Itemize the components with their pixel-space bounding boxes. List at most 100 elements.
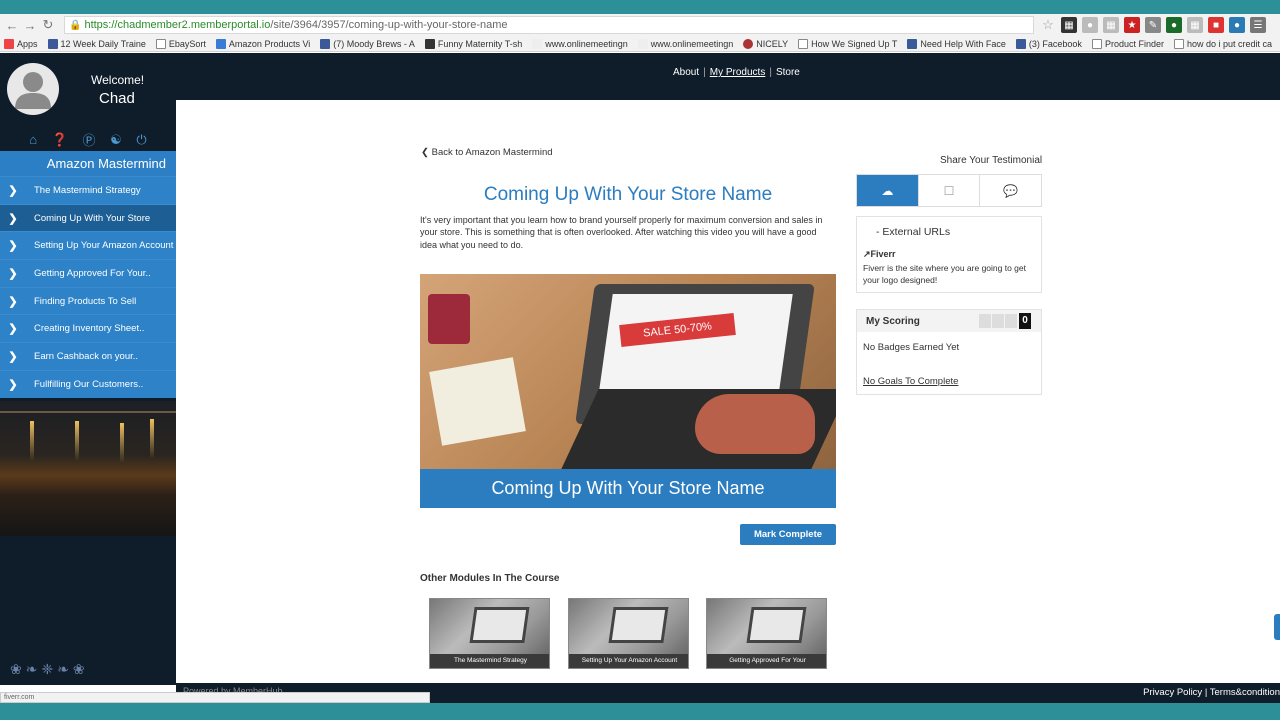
sidebar-item-amazon-account[interactable]: ❯ Setting Up Your Amazon Account: [0, 231, 176, 260]
score-progress: [979, 314, 1017, 328]
testimonial-tabs: ☁ ☐ 💬: [856, 174, 1042, 207]
window-frame-bottom: [0, 703, 1280, 720]
bookmark-item[interactable]: Funny Maternity T-sh: [424, 38, 522, 49]
module-thumbnail[interactable]: The Mastermind Strategy: [429, 598, 550, 669]
module-thumbnail[interactable]: Getting Approved For Your: [706, 598, 827, 669]
hero-caption: Coming Up With Your Store Name: [420, 469, 836, 508]
sidebar-item-getting-approved[interactable]: ❯ Getting Approved For Your..: [0, 259, 176, 287]
extension-icon[interactable]: ✎: [1145, 17, 1161, 33]
chevron-right-icon: ❯: [8, 323, 18, 336]
scoring-panel: My Scoring 0 No Badges Earned Yet No Goa…: [856, 309, 1042, 395]
goals-link[interactable]: No Goals To Complete: [863, 376, 958, 387]
bookmark-item[interactable]: NICELY: [743, 38, 788, 49]
bookmark-item[interactable]: Need Help With Face: [907, 38, 1006, 49]
facebook-icon: [320, 38, 331, 49]
extension-icon[interactable]: ●: [1229, 17, 1245, 33]
sidebar-item-mastermind-strategy[interactable]: ❯ The Mastermind Strategy: [0, 176, 176, 204]
nav-store-link[interactable]: Store: [776, 67, 800, 78]
privacy-policy-link[interactable]: Privacy Policy: [1143, 687, 1202, 698]
sidebar-item-earn-cashback[interactable]: ❯ Earn Cashback on your..: [0, 342, 176, 370]
bookmark-item[interactable]: Product Finder: [1091, 38, 1164, 49]
welcome-label: Welcome!: [91, 73, 145, 87]
back-arrow-icon[interactable]: ←: [3, 16, 21, 34]
extension-icon[interactable]: ●: [1082, 17, 1098, 33]
chevron-right-icon: ❯: [8, 184, 18, 197]
extension-icon[interactable]: ★: [1124, 17, 1140, 33]
community-icon[interactable]: ☯: [110, 132, 122, 148]
page-icon: [1091, 38, 1102, 49]
top-header: About | My Products | Store: [176, 53, 1280, 100]
bookmark-item[interactable]: EbaySort: [155, 38, 206, 49]
top-nav: About | My Products | Store: [673, 67, 800, 78]
url-path: /site/3964/3957/coming-up-with-your-stor…: [270, 19, 508, 31]
chevron-right-icon: ❯: [8, 240, 18, 253]
chevron-right-icon: ❯: [8, 295, 18, 308]
star-icon[interactable]: ☆: [1040, 17, 1056, 33]
intro-text: It's very important that you learn how t…: [420, 215, 823, 250]
avatar[interactable]: [7, 63, 59, 115]
extension-icon[interactable]: ●: [1166, 17, 1182, 33]
terms-link[interactable]: Terms&condition: [1210, 687, 1280, 698]
reload-icon[interactable]: ↻: [39, 16, 57, 34]
module-hero-image[interactable]: SALE 50-70%: [420, 274, 836, 469]
facebook-icon: [1015, 38, 1026, 49]
fiverr-description: Fiverr is the site where you are going t…: [863, 263, 1026, 285]
scoring-title: My Scoring: [866, 316, 920, 327]
tab-comments[interactable]: 💬: [980, 175, 1041, 206]
score-value: 0: [1019, 313, 1031, 329]
home-icon[interactable]: ⌂: [29, 132, 37, 147]
bookmark-item[interactable]: Apps: [4, 38, 38, 49]
bookmark-icon: [532, 38, 543, 49]
mark-complete-button[interactable]: Mark Complete: [740, 524, 836, 545]
bookmark-icon: [743, 38, 754, 49]
bookmark-icon: [424, 38, 435, 49]
sidebar-item-inventory-sheet[interactable]: ❯ Creating Inventory Sheet..: [0, 314, 176, 343]
bookmark-item[interactable]: how do i put credit ca: [1173, 38, 1272, 49]
sidebar-item-finding-products[interactable]: ❯ Finding Products To Sell: [0, 286, 176, 315]
help-icon[interactable]: ❓: [52, 132, 68, 148]
page-title: Coming Up With Your Store Name: [483, 184, 773, 205]
bookmark-icon: [637, 38, 648, 49]
extension-icon[interactable]: ■: [1208, 17, 1224, 33]
page-icon: [155, 38, 166, 49]
menu-icon[interactable]: ☰: [1250, 17, 1266, 33]
feedback-side-tab[interactable]: [1274, 614, 1280, 640]
external-urls-heading: - External URLs: [876, 226, 951, 238]
scoring-header: My Scoring 0: [857, 310, 1041, 332]
bookmark-item[interactable]: Amazon Products Vi: [215, 38, 310, 49]
nav-my-products-link[interactable]: My Products: [710, 67, 766, 78]
bookmark-item[interactable]: www.onlinemeetingn: [532, 38, 628, 49]
url-host: https://chadmember2.memberportal.io: [84, 19, 271, 31]
tab-notes[interactable]: ☐: [919, 175, 981, 206]
extension-icon[interactable]: ▦: [1187, 17, 1203, 33]
extension-icon[interactable]: ▦: [1103, 17, 1119, 33]
bookmark-item[interactable]: (3) Facebook: [1015, 38, 1082, 49]
sidebar: Welcome! Chad ⌂ ❓ Ⓟ ☯ ⏻ Amazon Mastermin…: [0, 53, 176, 685]
chevron-left-icon: ❮: [421, 147, 432, 158]
forward-arrow-icon[interactable]: →: [21, 16, 39, 34]
logout-icon[interactable]: ⏻: [136, 132, 146, 148]
products-icon[interactable]: Ⓟ: [83, 130, 96, 149]
bookmark-item[interactable]: 12 Week Daily Traine: [47, 38, 146, 49]
apps-icon: [4, 38, 14, 49]
browser-status-bar: fiverr.com: [0, 692, 430, 703]
bookmark-item[interactable]: (7) Moody Brews - A: [320, 38, 415, 49]
back-link[interactable]: ❮ Back to Amazon Mastermind: [421, 147, 553, 158]
address-bar[interactable]: 🔒 https://chadmember2.memberportal.io /s…: [64, 16, 1034, 34]
bookmark-item[interactable]: www.onlinemeetingn: [637, 38, 733, 49]
tab-upload[interactable]: ☁: [857, 175, 919, 206]
fiverr-link[interactable]: ↗Fiverr: [863, 249, 896, 260]
extension-icon[interactable]: ▦: [1061, 17, 1077, 33]
external-urls-panel: - External URLs ↗Fiverr Fiverr is the si…: [856, 216, 1042, 293]
nav-about-link[interactable]: About: [673, 67, 699, 78]
module-thumbnail[interactable]: Setting Up Your Amazon Account: [568, 598, 689, 669]
share-testimonial-title: Share Your Testimonial: [940, 155, 1043, 166]
bookmarks-bar: Apps 12 Week Daily Traine EbaySort Amazo…: [0, 36, 1280, 52]
user-name: Chad: [99, 90, 135, 107]
bookmark-item[interactable]: How We Signed Up T: [798, 38, 897, 49]
sidebar-item-coming-up-with-store[interactable]: ❯ Coming Up With Your Store: [0, 203, 176, 232]
bookmark-icon: [907, 38, 918, 49]
ornament-logo-icon: ❀❧❈❧❀: [10, 661, 89, 677]
sidebar-item-fulfilling-customers[interactable]: ❯ Fullfilling Our Customers..: [0, 369, 176, 398]
chevron-right-icon: ❯: [8, 350, 18, 363]
